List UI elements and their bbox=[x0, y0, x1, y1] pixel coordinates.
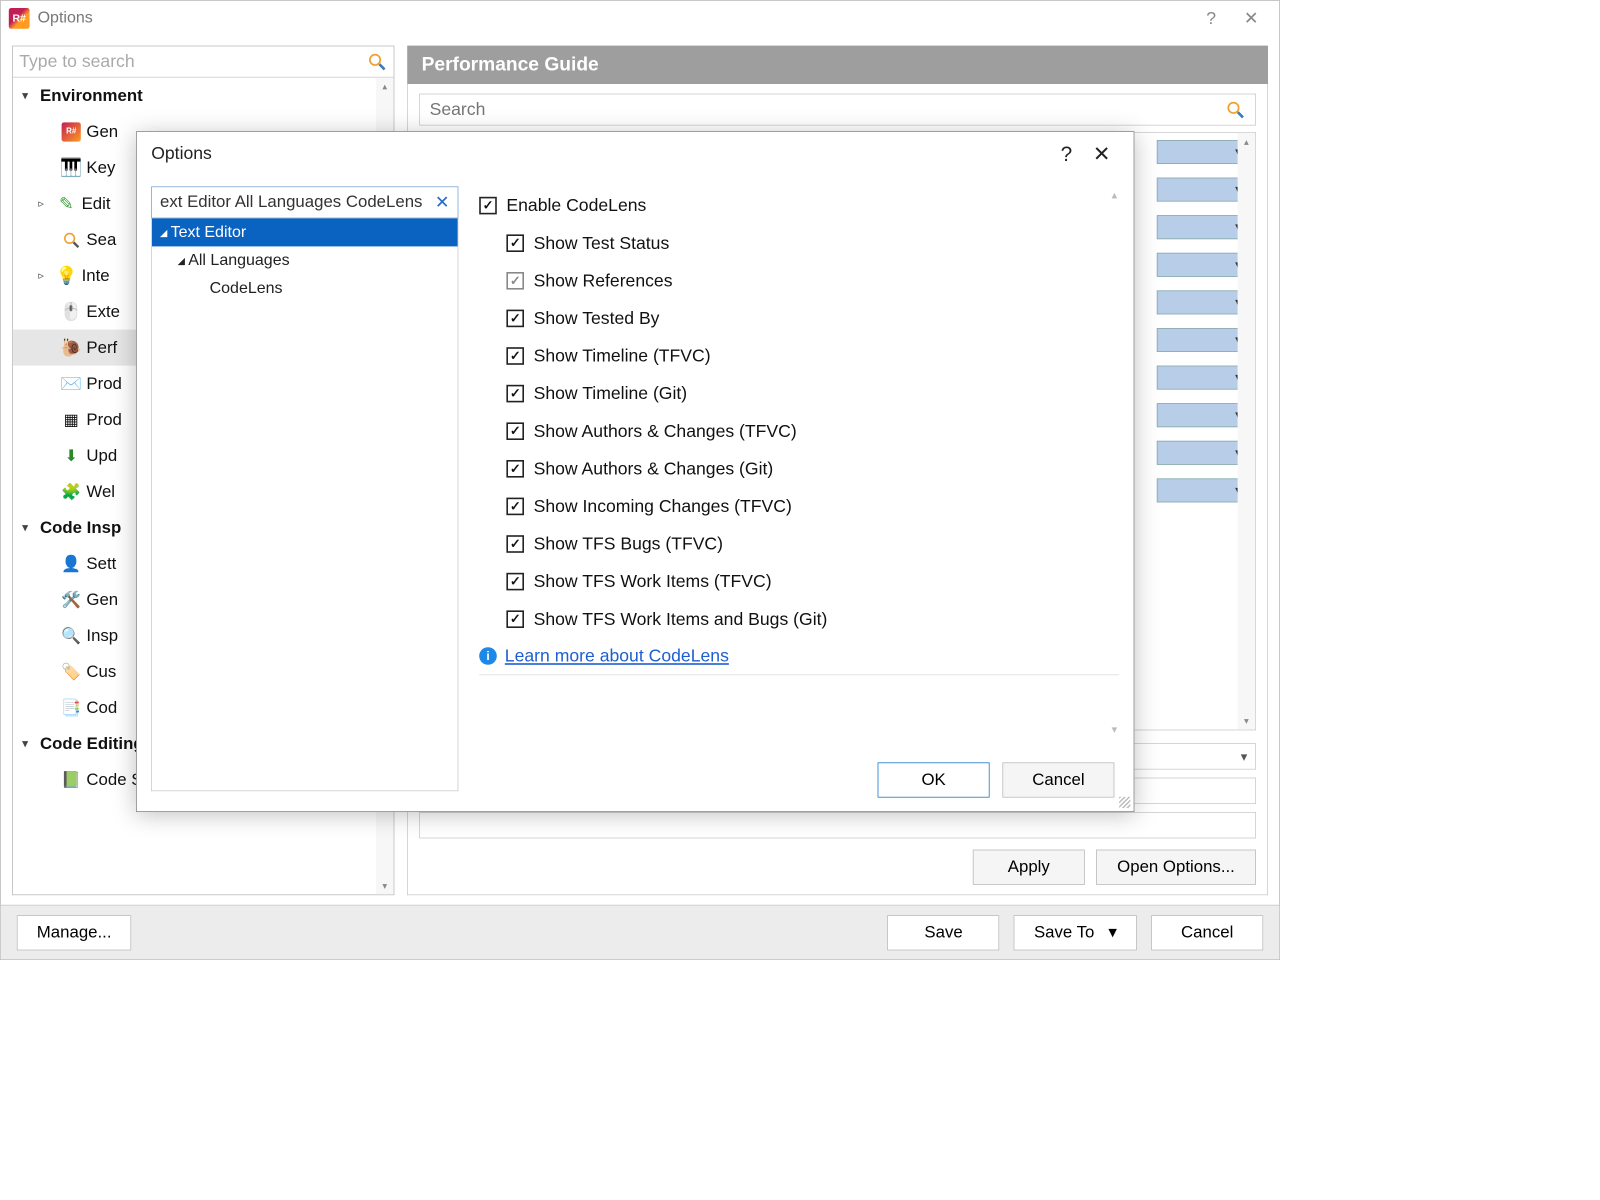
save-button[interactable]: Save bbox=[888, 915, 1000, 950]
puzzle-icon: 🧩 bbox=[61, 481, 82, 502]
codelens-option[interactable]: Show TFS Work Items and Bugs (Git) bbox=[479, 600, 1119, 638]
checkbox[interactable] bbox=[506, 572, 524, 590]
modal-options-panel: ▴▾ Enable CodeLensShow Test StatusShow R… bbox=[479, 186, 1119, 737]
keys-icon: 🎹 bbox=[61, 157, 82, 178]
user-icon: 👤 bbox=[61, 553, 82, 574]
setting-dropdown[interactable] bbox=[1157, 215, 1249, 239]
checkbox[interactable] bbox=[506, 309, 524, 327]
setting-dropdown[interactable] bbox=[1157, 365, 1249, 389]
snail-icon: 🐌 bbox=[61, 337, 82, 358]
clear-search-icon[interactable]: ✕ bbox=[435, 192, 450, 213]
modal-tree-item[interactable]: CodeLens bbox=[152, 274, 458, 302]
modal-close-button[interactable]: ✕ bbox=[1084, 141, 1119, 166]
codelens-option[interactable]: Show TFS Work Items (TFVC) bbox=[479, 562, 1119, 600]
setting-dropdown[interactable] bbox=[1157, 478, 1249, 502]
close-button[interactable]: ✕ bbox=[1231, 8, 1271, 29]
checkbox[interactable] bbox=[506, 610, 524, 628]
codelens-option[interactable]: Show Incoming Changes (TFVC) bbox=[479, 487, 1119, 525]
dialog-footer: Manage... Save Save To ▾ Cancel bbox=[1, 905, 1279, 959]
modal-tree-item[interactable]: ◢All Languages bbox=[152, 246, 458, 274]
pencil-icon: ✎ bbox=[56, 193, 77, 214]
open-options-button[interactable]: Open Options... bbox=[1096, 850, 1256, 885]
modal-search-value: ext Editor All Languages CodeLens bbox=[160, 193, 422, 212]
codelens-option[interactable]: Show Test Status bbox=[479, 224, 1119, 262]
modal-cancel-button[interactable]: Cancel bbox=[1002, 762, 1114, 797]
setting-dropdown[interactable] bbox=[1157, 252, 1249, 276]
inner-options-dialog: Options ? ✕ ext Editor All Languages Cod… bbox=[136, 131, 1134, 812]
modal-help-button[interactable]: ? bbox=[1049, 141, 1084, 166]
tag-icon: 🏷️ bbox=[61, 661, 82, 682]
setting-dropdown[interactable] bbox=[1157, 440, 1249, 464]
checkbox[interactable] bbox=[506, 347, 524, 365]
app-icon: R# bbox=[9, 8, 30, 29]
apply-button[interactable]: Apply bbox=[973, 850, 1085, 885]
codelens-option[interactable]: Show Authors & Changes (Git) bbox=[479, 450, 1119, 488]
download-icon: ⬇ bbox=[61, 445, 82, 466]
learn-more-link[interactable]: iLearn more about CodeLens bbox=[479, 642, 1119, 666]
manage-button[interactable]: Manage... bbox=[17, 915, 132, 950]
panel-title: Performance Guide bbox=[407, 46, 1268, 84]
codelens-option[interactable]: Show Timeline (Git) bbox=[479, 374, 1119, 412]
r#-icon: R# bbox=[61, 121, 82, 142]
modal-search[interactable]: ext Editor All Languages CodeLens ✕ bbox=[151, 186, 458, 218]
sidebar-search-input[interactable] bbox=[19, 51, 366, 72]
checkbox[interactable] bbox=[506, 234, 524, 252]
setting-dropdown[interactable] bbox=[1157, 177, 1249, 201]
search-icon bbox=[1225, 99, 1246, 120]
mail-icon: ✉️ bbox=[61, 373, 82, 394]
info-icon: i bbox=[479, 647, 497, 665]
checkbox[interactable] bbox=[506, 422, 524, 440]
setting-dropdown[interactable] bbox=[1157, 403, 1249, 427]
setting-dropdown[interactable] bbox=[1157, 328, 1249, 352]
tools-icon: 🛠️ bbox=[61, 589, 82, 610]
help-button[interactable]: ? bbox=[1191, 8, 1231, 29]
modal-tree[interactable]: ◢Text Editor◢All LanguagesCodeLens bbox=[151, 218, 458, 791]
cancel-button[interactable]: Cancel bbox=[1151, 915, 1263, 950]
window-title: Options bbox=[38, 9, 93, 27]
search-icon bbox=[366, 51, 387, 72]
checkbox[interactable] bbox=[506, 384, 524, 402]
checkbox[interactable] bbox=[506, 497, 524, 515]
grid-icon: ▦ bbox=[61, 409, 82, 430]
panel-search-input[interactable] bbox=[430, 99, 1225, 120]
checkbox[interactable] bbox=[506, 460, 524, 478]
setting-dropdown[interactable] bbox=[1157, 140, 1249, 164]
share-icon: 📗 bbox=[61, 769, 82, 790]
save-to-button[interactable]: Save To ▾ bbox=[1014, 915, 1137, 950]
panel-scrollbar[interactable]: ▴▾ bbox=[1238, 133, 1256, 730]
codelens-option[interactable]: Show TFS Bugs (TFVC) bbox=[479, 525, 1119, 563]
sidebar-search[interactable] bbox=[13, 46, 394, 77]
modal-scrollbar[interactable]: ▴▾ bbox=[1106, 186, 1122, 737]
resize-grip-icon[interactable] bbox=[1119, 797, 1130, 808]
code-icon: 📑 bbox=[61, 697, 82, 718]
inspect-icon: 🔍 bbox=[61, 625, 82, 646]
checkbox[interactable] bbox=[479, 196, 497, 214]
codelens-option[interactable]: Show Timeline (TFVC) bbox=[479, 337, 1119, 375]
bulb-icon: 💡 bbox=[56, 265, 77, 286]
tree-item[interactable]: ▾Environment bbox=[13, 78, 394, 114]
modal-footer: OK Cancel bbox=[137, 749, 1134, 811]
modal-ok-button[interactable]: OK bbox=[878, 762, 990, 797]
checkbox[interactable] bbox=[506, 535, 524, 553]
modal-titlebar: Options ? ✕ bbox=[137, 132, 1134, 175]
codelens-option[interactable]: Enable CodeLens bbox=[479, 186, 1119, 224]
setting-dropdown[interactable] bbox=[1157, 290, 1249, 314]
codelens-option[interactable]: Show References bbox=[479, 262, 1119, 300]
panel-search[interactable] bbox=[419, 94, 1256, 126]
modal-tree-item[interactable]: ◢Text Editor bbox=[152, 218, 458, 246]
modal-title: Options bbox=[151, 143, 212, 164]
titlebar: R# Options ? ✕ bbox=[1, 1, 1279, 35]
checkbox[interactable] bbox=[506, 272, 524, 290]
codelens-option[interactable]: Show Authors & Changes (TFVC) bbox=[479, 412, 1119, 450]
search-icon bbox=[61, 229, 82, 250]
text-field[interactable] bbox=[419, 812, 1256, 838]
mouse-icon: 🖱️ bbox=[61, 301, 82, 322]
codelens-option[interactable]: Show Tested By bbox=[479, 299, 1119, 337]
